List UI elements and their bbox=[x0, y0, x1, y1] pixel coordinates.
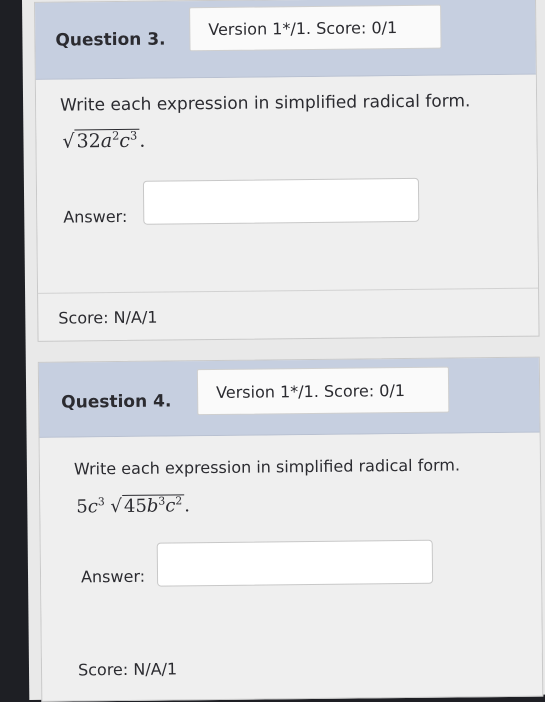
question-3-version-text: Version 1*/1. Score: 0/1 bbox=[208, 17, 398, 39]
question-3-prompt: Write each expression in simplified radi… bbox=[60, 91, 471, 116]
question-3-title: Question 3. bbox=[55, 29, 166, 51]
question-3-version-score[interactable]: Version 1*/1. Score: 0/1 bbox=[189, 4, 442, 52]
question-3-body: Write each expression in simplified radi… bbox=[35, 74, 539, 294]
question-3-score: Score: N/A/1 bbox=[58, 307, 158, 328]
question-4-radicand: 45b3c2 bbox=[121, 494, 185, 517]
question-3-header: Question 3. Version 1*/1. Score: 0/1 bbox=[35, 0, 536, 80]
variable-c: c bbox=[165, 495, 176, 517]
question-3-expression: √32a2c3. bbox=[62, 128, 146, 153]
question-4-prompt: Write each expression in simplified radi… bbox=[73, 455, 461, 479]
question-4-expression: 5c3 √45b3c2. bbox=[76, 494, 190, 517]
question-4-score: Score: N/A/1 bbox=[77, 659, 178, 680]
outer-coefficient: 5 bbox=[76, 496, 88, 518]
radicand-coefficient: 45 bbox=[123, 495, 147, 517]
variable-b: b bbox=[146, 495, 159, 517]
question-4-header: Question 4. Version 1*/1. Score: 0/1 bbox=[38, 357, 540, 438]
question-4-title: Question 4. bbox=[61, 391, 172, 413]
variable-a: a bbox=[100, 130, 113, 153]
exponent-c: 3 bbox=[129, 128, 138, 143]
question-3-radicand: 32a2c3 bbox=[74, 128, 140, 153]
radical-sign: √ bbox=[110, 495, 123, 518]
outer-exponent: 3 bbox=[97, 495, 105, 509]
expression-period: . bbox=[184, 495, 191, 517]
question-3-answer-label: Answer: bbox=[63, 206, 128, 227]
question-4-card: Question 4. Version 1*/1. Score: 0/1 Wri… bbox=[37, 356, 544, 702]
question-4-answer-label: Answer: bbox=[80, 566, 146, 587]
question-3-answer-input[interactable] bbox=[142, 177, 420, 225]
photo-of-screen: { "q3": { "title": "Question 3.", "versi… bbox=[0, 0, 545, 702]
outer-variable-c: c bbox=[87, 496, 98, 518]
question-4-version-text: Version 1*/1. Score: 0/1 bbox=[216, 380, 406, 402]
radical-sign: √ bbox=[62, 130, 75, 153]
expression-period: . bbox=[139, 129, 146, 152]
question-4-body: Write each expression in simplified radi… bbox=[39, 432, 542, 658]
radicand-coefficient: 32 bbox=[76, 130, 101, 153]
question-4-version-score[interactable]: Version 1*/1. Score: 0/1 bbox=[196, 366, 450, 416]
variable-c: c bbox=[119, 129, 131, 152]
question-3-card: Question 3. Version 1*/1. Score: 0/1 Wri… bbox=[34, 0, 540, 342]
exponent-c: 2 bbox=[175, 494, 183, 508]
question-4-answer-input[interactable] bbox=[156, 539, 434, 587]
screen: Question 3. Version 1*/1. Score: 0/1 Wri… bbox=[22, 0, 545, 702]
